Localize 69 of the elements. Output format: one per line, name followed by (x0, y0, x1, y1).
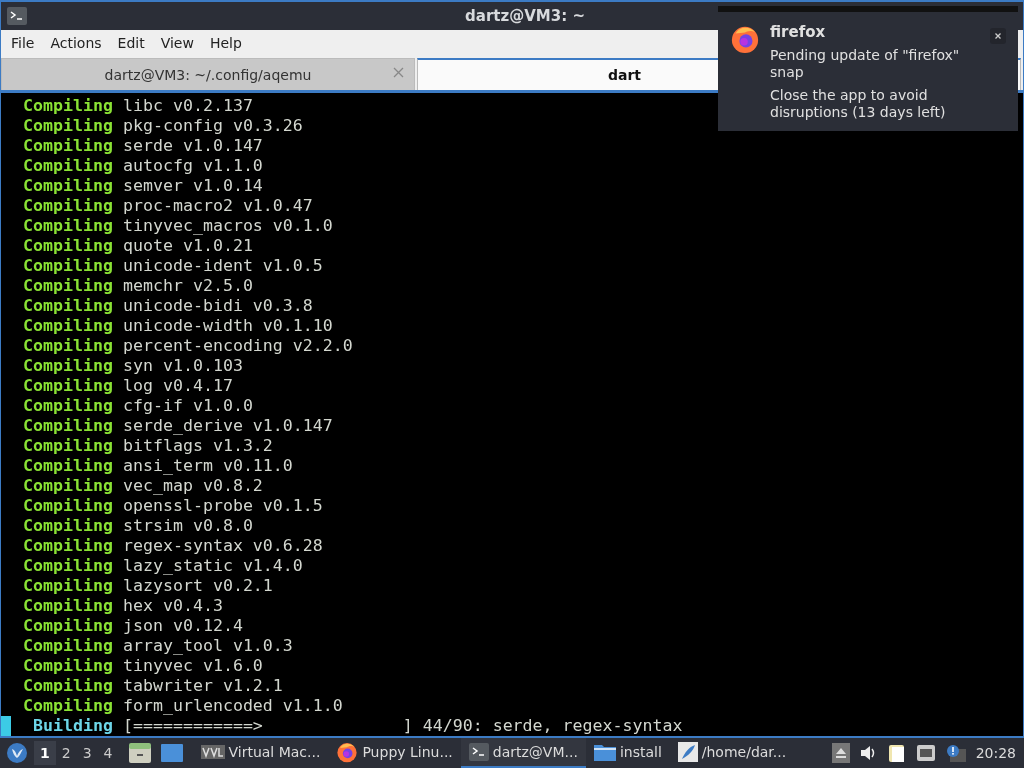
terminal-text: form_urlencoded v1.1.0 (123, 696, 343, 716)
terminal-text: hex v0.4.3 (123, 596, 223, 616)
build-status: Compiling (22, 476, 114, 496)
build-status: Compiling (22, 316, 114, 336)
build-status: Compiling (22, 456, 114, 476)
terminal-text: unicode-width v0.1.10 (123, 316, 333, 336)
build-status: Compiling (22, 376, 114, 396)
terminal-text: memchr v2.5.0 (123, 276, 253, 296)
build-status: Compiling (22, 416, 114, 436)
terminal-text: cfg-if v1.0.0 (123, 396, 253, 416)
clock: 20:28 (975, 745, 1016, 761)
terminal-text: percent-encoding v2.2.0 (123, 336, 353, 356)
terminal-text: semver v1.0.14 (123, 176, 263, 196)
terminal-text: quote v1.0.21 (123, 236, 253, 256)
build-status: Compiling (22, 356, 114, 376)
terminal-text: autocfg v1.1.0 (123, 156, 263, 176)
terminal-text: regex-syntax v0.6.28 (123, 536, 323, 556)
build-status: Compiling (22, 496, 114, 516)
build-status: Compiling (22, 236, 114, 256)
build-status: Compiling (22, 696, 114, 716)
build-status: Compiling (22, 616, 114, 636)
terminal-text: lazy_static v1.4.0 (123, 556, 303, 576)
terminal-text: vec_map v0.8.2 (123, 476, 263, 496)
terminal-text: syn v1.0.103 (123, 356, 243, 376)
build-status: Compiling (22, 156, 114, 176)
notification-text: Pending update of "firefox" snap (770, 47, 961, 81)
terminal-text: pkg-config v0.3.26 (123, 116, 303, 136)
terminal-text: unicode-bidi v0.3.8 (123, 296, 313, 316)
build-status: Compiling (22, 436, 114, 456)
build-status: Building (32, 716, 114, 736)
terminal-text: openssl-probe v0.1.5 (123, 496, 323, 516)
terminal-text: lazysort v0.2.1 (123, 576, 273, 596)
terminal-text: bitflags v1.3.2 (123, 436, 273, 456)
build-status: Compiling (22, 596, 114, 616)
terminal-text: tinyvec v1.6.0 (123, 656, 263, 676)
build-status: Compiling (22, 116, 114, 136)
terminal-text: strsim v0.8.0 (123, 516, 253, 536)
build-status: Compiling (22, 296, 114, 316)
terminal-text: libc v0.2.137 (123, 96, 253, 116)
build-status: Compiling (22, 136, 114, 156)
build-status: Compiling (22, 556, 114, 576)
build-status: Compiling (22, 676, 114, 696)
terminal-text: tabwriter v1.2.1 (123, 676, 283, 696)
terminal-text: json v0.12.4 (123, 616, 243, 636)
build-status: Compiling (22, 396, 114, 416)
window-title: dartz@VM3: ~ (464, 6, 586, 25)
terminal-text: log v0.4.17 (123, 376, 233, 396)
build-status: Compiling (22, 636, 114, 656)
build-status: Compiling (22, 96, 114, 116)
notification-title: firefox (770, 24, 827, 41)
build-status: Compiling (22, 176, 114, 196)
terminal-text: tinyvec_macros v0.1.0 (123, 216, 333, 236)
terminal-text: ansi_term v0.11.0 (123, 456, 293, 476)
build-status: Compiling (22, 256, 114, 276)
terminal-text: unicode-ident v1.0.5 (123, 256, 323, 276)
build-status: Compiling (22, 576, 114, 596)
terminal-text: array_tool v1.0.3 (123, 636, 293, 656)
terminal-text: serde v1.0.147 (123, 136, 263, 156)
terminal-text: [============> ] 44/90: serde, regex-syntax (123, 716, 683, 736)
build-status: Compiling (22, 516, 114, 536)
terminal-text: serde_derive v1.0.147 (123, 416, 333, 436)
terminal-text: proc-macro2 v1.0.47 (123, 196, 313, 216)
build-status: Compiling (22, 216, 114, 236)
build-status: Compiling (22, 276, 114, 296)
build-status: Compiling (22, 336, 114, 356)
build-status: Compiling (22, 656, 114, 676)
build-status: Compiling (22, 536, 114, 556)
notification-text: Close the app to avoid disruptions (13 days left) (770, 87, 947, 121)
build-status: Compiling (22, 196, 114, 216)
